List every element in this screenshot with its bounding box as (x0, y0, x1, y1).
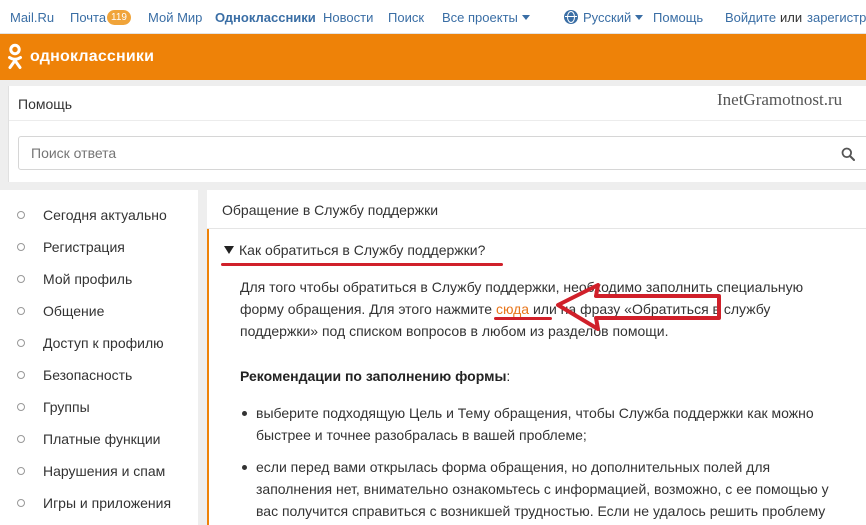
divider (9, 120, 866, 121)
bullet-icon (17, 275, 25, 283)
sidebar-item-label: Группы (43, 399, 90, 415)
login-link[interactable]: Войдите (725, 10, 776, 25)
bullet-icon (17, 307, 25, 315)
triangle-down-icon (224, 246, 234, 254)
sidebar-item-label: Доступ к профилю (43, 335, 164, 351)
faq-question-toggle[interactable]: Как обратиться в Службу поддержки? (224, 242, 485, 258)
portal-nav-bar: Mail.Ru Почта 119 Мой Мир Одноклассники … (0, 0, 866, 34)
ok-logo-icon[interactable] (7, 43, 23, 71)
main-content: Обращение в Службу поддержки Как обратит… (207, 190, 866, 525)
annotation-arrow-icon (556, 283, 721, 331)
or-text: или (780, 10, 803, 25)
nav-odnoklassniki-link[interactable]: Одноклассники (215, 10, 316, 25)
chevron-down-icon (635, 15, 644, 20)
sidebar-item-today[interactable]: Сегодня актуально (0, 201, 198, 233)
sidebar-item-label: Общение (43, 303, 105, 319)
answer-paragraph: Для того чтобы обратиться в Службу подде… (240, 276, 846, 342)
bullet-icon (17, 499, 25, 507)
bullet-icon (17, 467, 25, 475)
bullet-icon (17, 339, 25, 347)
bullet-icon (17, 403, 25, 411)
section-title: Обращение в Службу поддержки (222, 202, 439, 218)
nav-search-link[interactable]: Поиск (388, 10, 424, 25)
sidebar-item-profile[interactable]: Мой профиль (0, 265, 198, 297)
language-label: Русский (583, 10, 632, 25)
register-link[interactable]: зарегистрируйтесь (807, 10, 866, 25)
sidebar-item-paid-features[interactable]: Платные функции (0, 425, 198, 457)
site-header: одноклассники (0, 34, 866, 80)
language-dropdown[interactable]: Русский (583, 10, 644, 25)
annotation-underline (494, 317, 552, 320)
list-item-text: если перед вами открылась форма обращени… (256, 459, 829, 519)
sidebar-item-games-apps[interactable]: Игры и приложения (0, 489, 198, 521)
sidebar-item-label: Игры и приложения (43, 495, 172, 511)
sidebar-item-label: Сегодня актуально (43, 207, 167, 223)
bullet-icon (17, 211, 25, 219)
mail-count-badge[interactable]: 119 (107, 10, 131, 25)
nav-mail-link[interactable]: Почта (70, 10, 106, 25)
sidebar: Сегодня актуально Регистрация Мой профил… (0, 190, 198, 525)
recommendations-title-text: Рекомендации по заполнению формы (240, 368, 507, 384)
accent-bar (207, 229, 209, 525)
list-item-text: выберите подходящую Цель и Тему обращени… (256, 405, 814, 443)
annotation-underline (221, 263, 503, 266)
bullet-icon (17, 243, 25, 251)
sidebar-item-label: Регистрация (43, 239, 125, 255)
help-title: Помощь (18, 96, 73, 112)
sidebar-item-security[interactable]: Безопасность (0, 361, 198, 393)
nav-news-link[interactable]: Новости (323, 10, 373, 25)
bullet-icon (242, 411, 247, 416)
nav-all-projects-dropdown[interactable]: Все проекты (442, 10, 530, 25)
chevron-down-icon (521, 15, 530, 20)
watermark: InetGramotnost.ru (717, 90, 843, 109)
bullet-icon (17, 371, 25, 379)
all-projects-label: Все проекты (442, 10, 518, 25)
globe-icon (564, 10, 578, 24)
faq-question-text: Как обратиться в Службу поддержки? (239, 242, 486, 258)
sidebar-item-label: Безопасность (43, 367, 133, 383)
nav-help-link[interactable]: Помощь (653, 10, 703, 25)
logo-text[interactable]: одноклассники (30, 48, 154, 66)
recommendations-colon: : (506, 368, 511, 384)
nav-mailru-link[interactable]: Mail.Ru (10, 10, 54, 25)
sidebar-item-label: Нарушения и спам (43, 463, 166, 479)
page: Mail.Ru Почта 119 Мой Мир Одноклассники … (0, 0, 866, 525)
divider (207, 228, 866, 229)
sidebar-item-label: Платные функции (43, 431, 161, 447)
nav-my-world-link[interactable]: Мой Мир (148, 10, 202, 25)
sidebar-item-communication[interactable]: Общение (0, 297, 198, 329)
help-panel: Помощь InetGramotnost.ru (8, 86, 866, 182)
sidebar-item-registration[interactable]: Регистрация (0, 233, 198, 265)
search-icon[interactable] (841, 147, 855, 161)
sidebar-item-groups[interactable]: Группы (0, 393, 198, 425)
sidebar-item-profile-access[interactable]: Доступ к профилю (0, 329, 198, 361)
search-input[interactable] (18, 136, 866, 170)
bullet-icon (242, 465, 247, 470)
sidebar-item-label: Мой профиль (43, 271, 133, 287)
here-link[interactable]: сюда (496, 301, 529, 317)
bullet-icon (17, 435, 25, 443)
sidebar-item-violations-spam[interactable]: Нарушения и спам (0, 457, 198, 489)
recommendations-title: Рекомендации по заполнению формы: (240, 368, 510, 384)
